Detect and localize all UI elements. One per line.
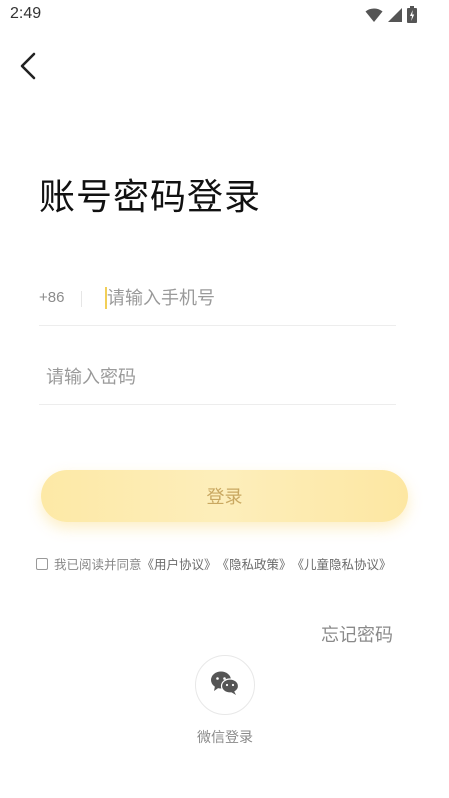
back-arrow-icon — [18, 51, 38, 85]
login-button[interactable]: 登录 — [41, 470, 408, 522]
wechat-icon — [210, 670, 240, 700]
agreement-checkbox[interactable] — [36, 557, 48, 570]
battery-icon — [407, 6, 417, 27]
phone-input[interactable] — [107, 283, 387, 313]
status-icons — [365, 6, 417, 27]
wechat-login-label: 微信登录 — [197, 730, 253, 746]
user-agreement-link[interactable]: 《用户协议》 — [142, 554, 217, 573]
wifi-icon — [365, 7, 383, 27]
phone-row: +86 — [39, 270, 396, 326]
back-button[interactable] — [12, 50, 44, 86]
status-time: 2:49 — [10, 5, 42, 22]
forgot-password-link[interactable]: 忘记密码 — [321, 621, 393, 647]
divider — [81, 291, 82, 307]
agreement-row: 我已阅读并同意 《用户协议》 《隐私政策》 《儿童隐私协议》 — [36, 554, 392, 573]
signal-icon — [387, 7, 403, 27]
status-bar: 2:49 — [0, 0, 449, 30]
wechat-login-button[interactable] — [195, 655, 255, 715]
agreement-prefix: 我已阅读并同意 — [54, 557, 142, 572]
page-title: 账号密码登录 — [39, 177, 262, 218]
password-input[interactable] — [46, 362, 346, 392]
password-row — [39, 350, 396, 405]
country-code-selector[interactable]: +86 — [39, 289, 64, 306]
privacy-policy-link[interactable]: 《隐私政策》 — [217, 554, 292, 573]
child-privacy-link[interactable]: 《儿童隐私协议》 — [292, 554, 392, 573]
